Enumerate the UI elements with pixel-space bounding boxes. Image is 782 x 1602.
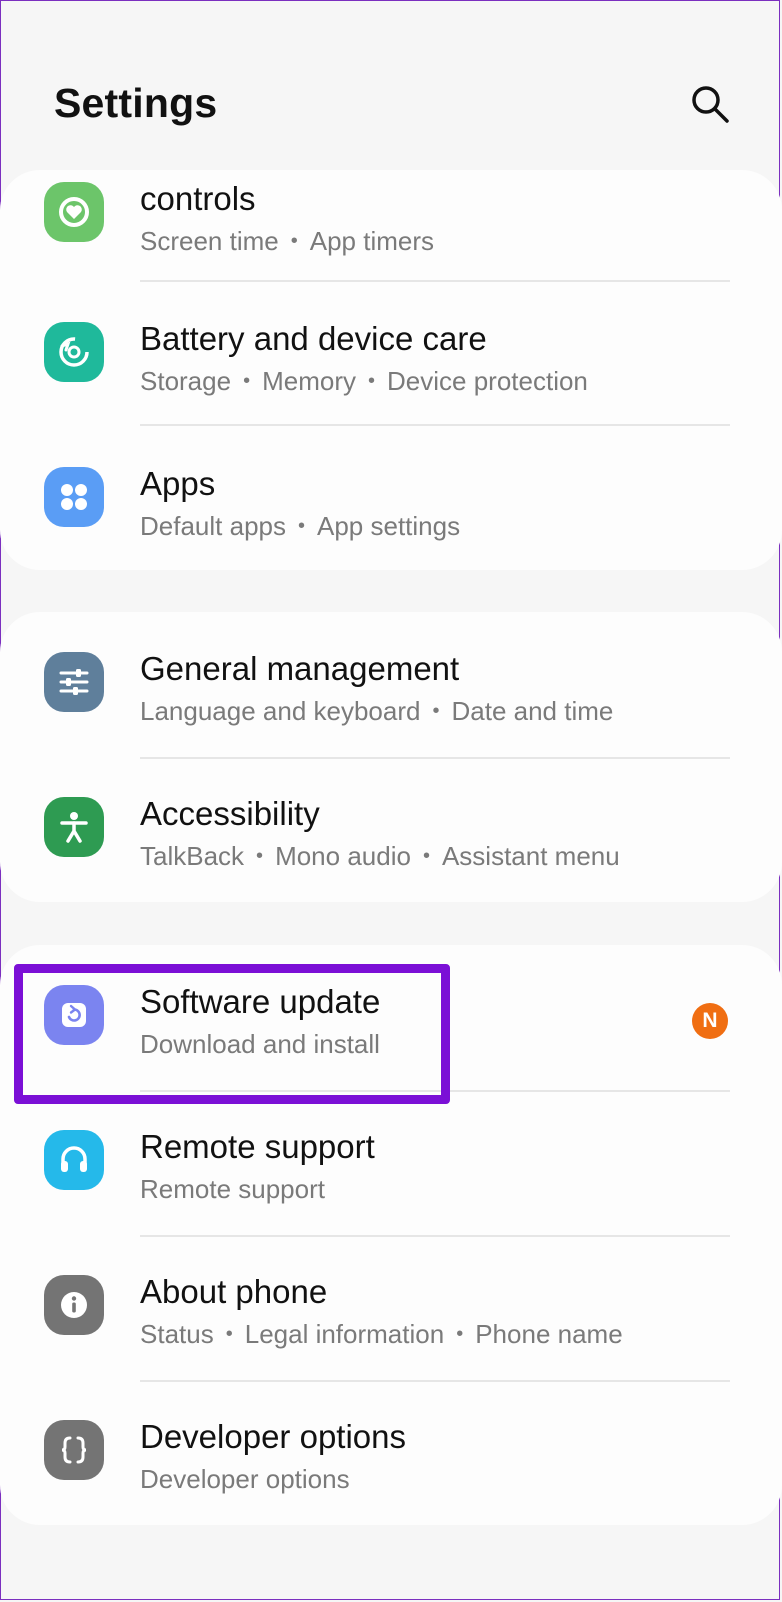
settings-item-label: Software update (140, 983, 381, 1020)
settings-item-apps[interactable]: Apps Default apps • App settings (0, 427, 782, 570)
accessibility-icon (44, 797, 104, 857)
settings-item-label: Apps (140, 465, 216, 502)
info-icon (44, 1275, 104, 1335)
divider (140, 424, 730, 426)
settings-group-2: General management Language and keyboard… (0, 612, 782, 902)
sliders-icon (44, 652, 104, 712)
settings-item-accessibility[interactable]: Accessibility TalkBack • Mono audio • Assist… (0, 757, 782, 902)
settings-item-subtitle: Storage • Memory • Device protection (140, 366, 588, 396)
braces-icon (44, 1420, 104, 1480)
settings-item-battery[interactable]: Battery and device care Storage • Memory • D… (0, 282, 782, 430)
device-care-icon (44, 322, 104, 382)
settings-item-subtitle: Default apps • App settings (140, 511, 461, 541)
heart-ring-icon (44, 182, 104, 242)
settings-item-subtitle: Screen time • App timers (140, 226, 435, 256)
search-icon[interactable] (690, 84, 730, 124)
settings-item-label: Developer options (140, 1418, 406, 1455)
settings-item-remote-support[interactable]: Remote support Remote support (0, 1090, 782, 1238)
settings-item-general-management[interactable]: General management Language and keyboard… (0, 612, 782, 760)
settings-item-about-phone[interactable]: About phone Status • Legal information • Pho… (0, 1235, 782, 1383)
settings-item-label: Accessibility (140, 795, 320, 832)
settings-item-label: About phone (140, 1273, 328, 1310)
settings-item-subtitle: Remote support (140, 1174, 325, 1204)
settings-item-subtitle: Developer options (140, 1464, 350, 1494)
settings-item-label: controls (140, 180, 256, 217)
settings-item-subtitle: Language and keyboard • Date and time (140, 696, 614, 726)
settings-item-developer-options[interactable]: Developer options Developer options (0, 1380, 782, 1525)
settings-group-1: controls Screen time • App timers Battery … (0, 170, 782, 570)
settings-item-label: General management (140, 650, 460, 687)
settings-item-subtitle: TalkBack • Mono audio • Assistant menu (140, 841, 620, 871)
settings-group-3: Software update Download and install N R… (0, 945, 782, 1525)
settings-item-software-update[interactable]: Software update Download and install N (0, 945, 782, 1093)
settings-item-label: Battery and device care (140, 320, 487, 357)
new-badge: N (692, 1003, 728, 1039)
settings-item-subtitle: Download and install (140, 1029, 380, 1059)
page-title: Settings (54, 80, 218, 126)
headset-icon (44, 1130, 104, 1190)
apps-grid-icon (44, 467, 104, 527)
software-update-icon (44, 985, 104, 1045)
settings-item-digital-wellbeing[interactable]: controls Screen time • App timers (0, 170, 782, 290)
settings-item-subtitle: Status • Legal information • Phone name (140, 1319, 623, 1349)
settings-item-label: Remote support (140, 1128, 375, 1165)
